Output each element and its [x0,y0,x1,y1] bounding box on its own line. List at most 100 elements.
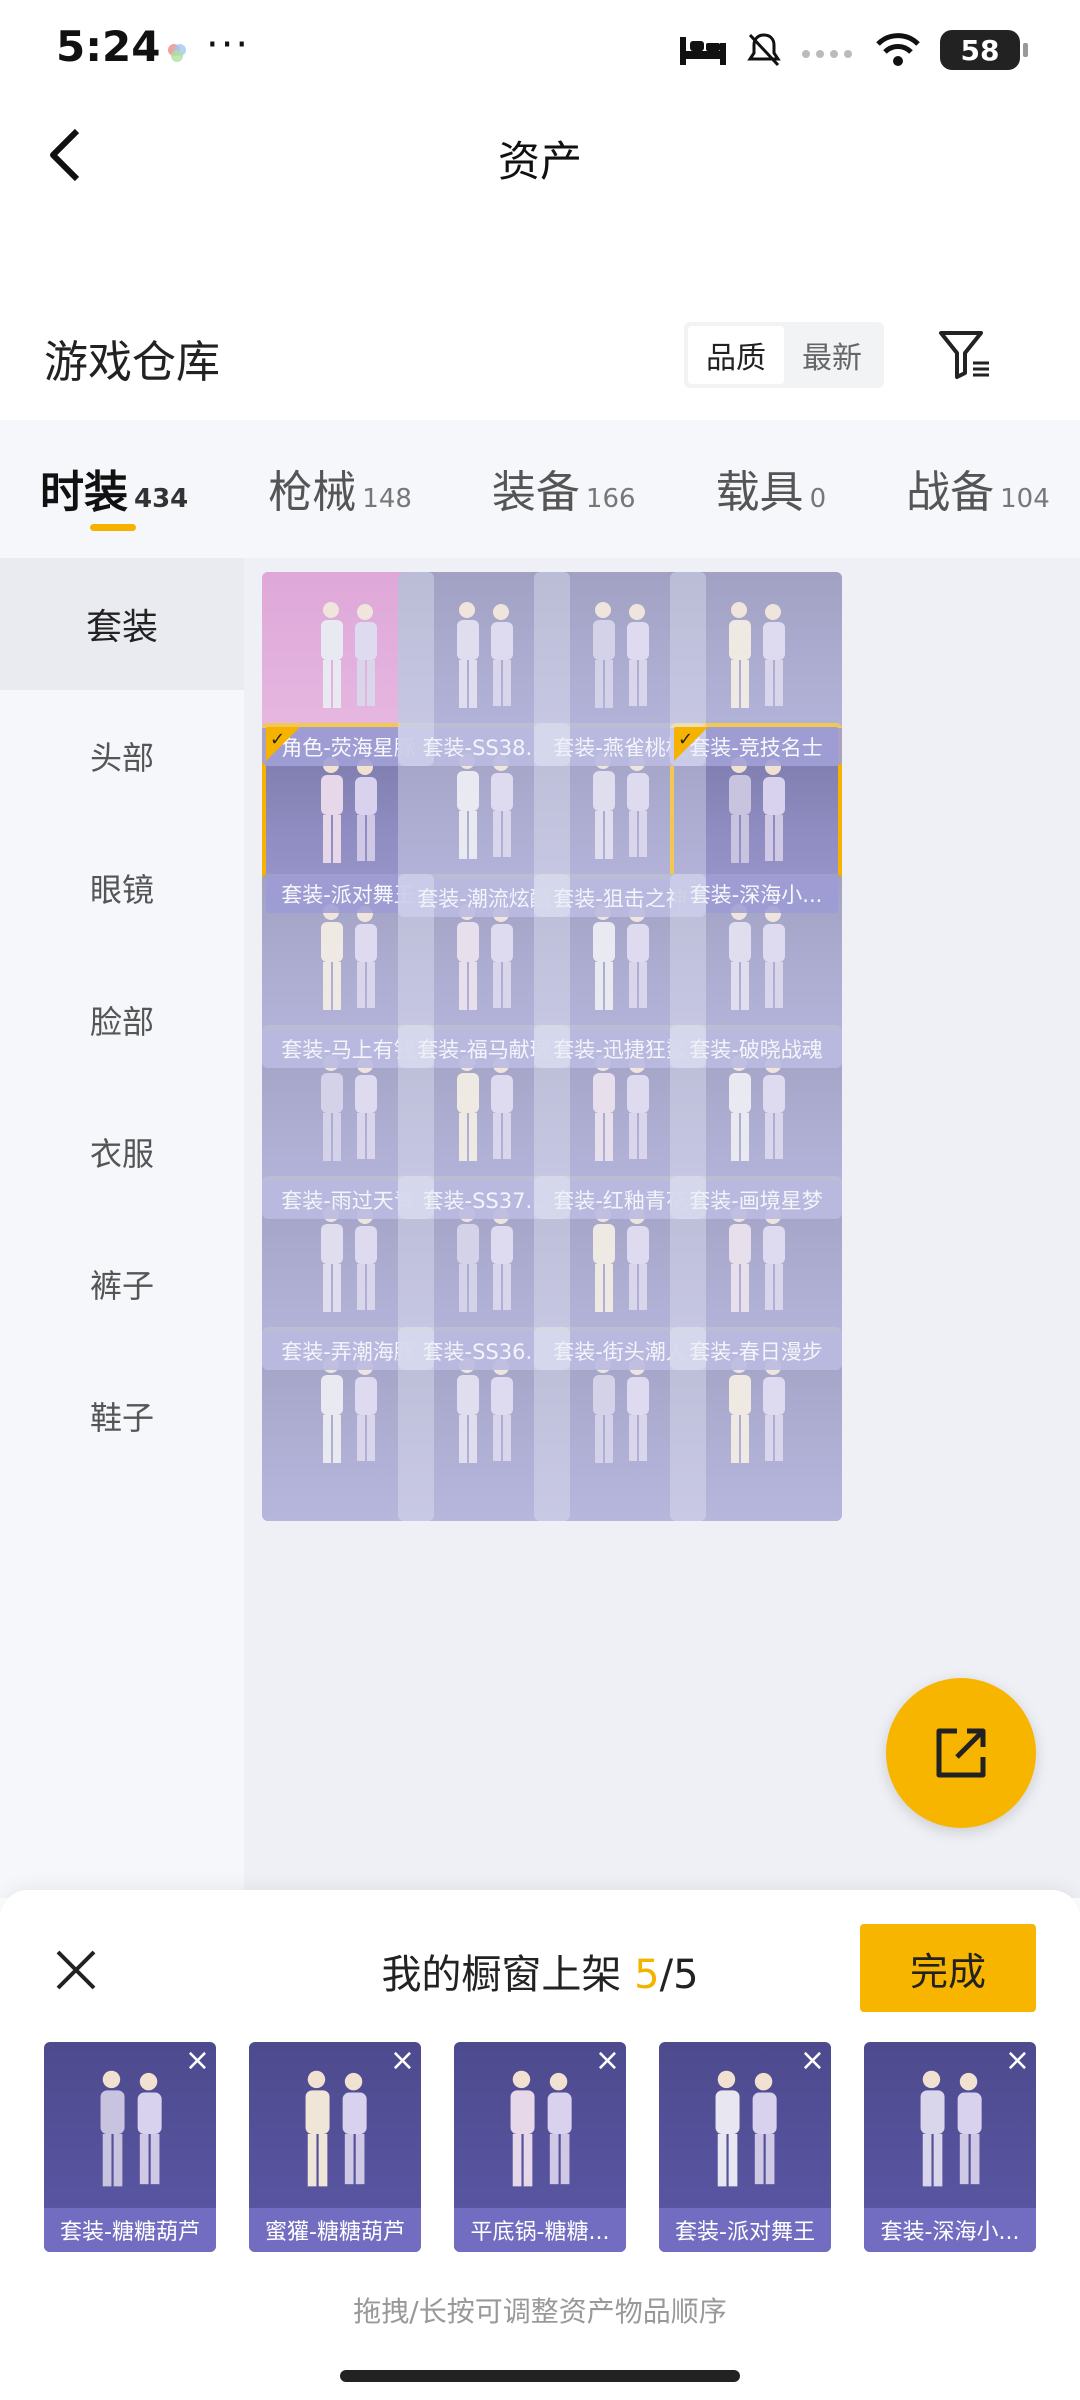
status-time: 5:24 [56,22,161,71]
done-button[interactable]: 完成 [860,1924,1036,2012]
tab-label: 时装 [40,467,128,518]
outfit-image [729,1357,785,1463]
showcase-slot[interactable]: × 套装-糖糖葫芦 [44,2042,216,2252]
sidebar-item-glasses[interactable]: 眼镜 [0,822,244,954]
outfit-image [729,904,785,1010]
outfit-image [457,753,513,859]
filter-button[interactable] [930,320,1000,390]
tab-count: 434 [134,484,189,514]
bed-icon [680,37,726,65]
outfit-card[interactable] [670,1327,842,1521]
status-icons: 58 [678,30,1028,70]
outfit-image [321,757,377,863]
showcase-count-current: 5 [634,1952,660,1998]
showcase-title-text: 我的橱窗上架 [381,1952,635,1998]
share-button[interactable] [886,1678,1036,1828]
slot-label: 套装-深海小... [864,2208,1036,2252]
tab-equipment[interactable]: 装备 166 [492,420,636,558]
sidebar-item-shoes[interactable]: 鞋子 [0,1350,244,1482]
outfit-image [321,1206,377,1312]
slot-image [715,2070,777,2187]
outfit-image [593,1206,649,1312]
sort-quality[interactable]: 品质 [688,326,784,384]
slot-label: 套装-糖糖葫芦 [44,2208,216,2252]
category-tabs: 时装 434 枪械 148 装备 166 载具 0 战备 104 [0,420,1080,558]
reorder-hint: 拖拽/长按可调整资产物品顺序 [353,2295,727,2328]
remove-slot-icon[interactable]: × [800,2046,825,2076]
outfit-image [729,602,785,708]
sidebar-item-head[interactable]: 头部 [0,690,244,822]
outfit-image [457,602,513,708]
showcase-slot[interactable]: × 平底锅-糖糖... [454,2042,626,2252]
more-icon: ··· [206,22,251,68]
outfit-image [593,602,649,708]
outfit-image [457,1206,513,1312]
share-icon [936,1728,986,1778]
remove-slot-icon[interactable]: × [1005,2046,1030,2076]
showcase-count-total: 5 [673,1952,699,1998]
outfit-image [593,904,649,1010]
showcase-count-separator: / [659,1952,674,1998]
tab-indicator [90,524,136,531]
outfit-image [729,1055,785,1161]
app-notification-icon [168,44,186,62]
outfit-image [729,757,785,863]
tab-vehicles[interactable]: 载具 0 [716,420,827,558]
outfit-image [457,904,513,1010]
showcase-sheet: 我的橱窗上架 5/5 完成 × 套装-糖糖葫芦 × 蜜獾-糖糖葫芦 × 平底锅-糖糖...… [0,1890,1080,2400]
sort-toggle: 品质 最新 [684,322,884,388]
tab-label: 载具 [715,467,804,518]
sidebar-item-pants[interactable]: 裤子 [0,1218,244,1350]
slot-image [100,2070,162,2187]
slot-label: 平底锅-糖糖... [454,2208,626,2252]
page-title: 资产 [497,137,582,186]
outfit-image [321,602,377,708]
slot-image [510,2070,572,2187]
sidebar-item-face[interactable]: 脸部 [0,954,244,1086]
showcase-slot[interactable]: × 套装-深海小... [864,2042,1036,2252]
filter-icon [939,331,989,379]
outfit-image [321,904,377,1010]
status-bar: 5:24 ··· 58 [0,0,1080,100]
subcategory-sidebar: 套装 头部 眼镜 脸部 衣服 裤子 鞋子 [0,558,244,1898]
remove-slot-icon[interactable]: × [390,2046,415,2076]
slot-label: 套装-派对舞王 [659,2208,831,2252]
tab-gear[interactable]: 战备 104 [906,420,1050,558]
tab-count: 104 [1000,484,1050,514]
tab-count: 166 [585,484,636,514]
warehouse-title: 游戏仓库 [44,337,220,388]
outfit-image [321,1055,377,1161]
outfit-image [321,1357,377,1463]
outfit-image [593,753,649,859]
tab-label: 枪械 [268,467,357,518]
home-indicator[interactable] [340,2370,740,2382]
tab-count: 148 [362,484,412,514]
outfit-image [457,1357,513,1463]
tab-label: 战备 [906,467,995,518]
battery-icon: 58 [940,30,1028,70]
slot-label: 蜜獾-糖糖葫芦 [249,2208,421,2252]
sidebar-item-clothes[interactable]: 衣服 [0,1086,244,1218]
signal-icon [802,50,852,58]
sidebar-item-outfit[interactable]: 套装 [0,558,244,690]
title-bar: 资产 [0,100,1080,210]
remove-slot-icon[interactable]: × [595,2046,620,2076]
outfit-image [457,1055,513,1161]
tab-count: 0 [809,484,827,514]
outfit-image [593,1357,649,1463]
check-icon: ✓ [270,729,286,750]
mute-bell-icon [747,33,781,67]
tab-guns[interactable]: 枪械 148 [268,420,412,558]
showcase-slot[interactable]: × 蜜獾-糖糖葫芦 [249,2042,421,2252]
outfit-image [593,1055,649,1161]
check-icon: ✓ [678,729,694,750]
tab-fashion[interactable]: 时装 434 [40,420,188,558]
slot-image [305,2070,367,2187]
wifi-icon [876,33,920,66]
showcase-slots: × 套装-糖糖葫芦 × 蜜獾-糖糖葫芦 × 平底锅-糖糖... × 套装-派对舞王 × 套装-深海… [44,2042,1044,2252]
slot-image [920,2070,982,2187]
remove-slot-icon[interactable]: × [185,2046,210,2076]
showcase-slot[interactable]: × 套装-派对舞王 [659,2042,831,2252]
sort-newest[interactable]: 最新 [784,326,880,384]
outfit-image [729,1206,785,1312]
